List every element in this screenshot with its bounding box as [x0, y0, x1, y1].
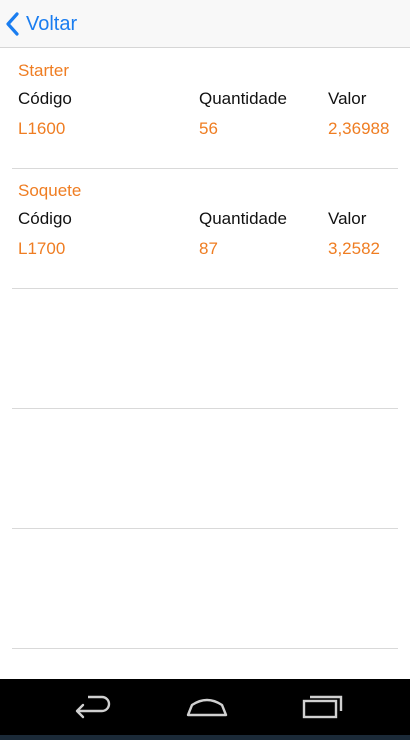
bottom-divider — [0, 735, 410, 740]
empty-row — [12, 409, 398, 529]
item-quantity: 87 — [199, 239, 218, 258]
item-code: L1600 — [18, 119, 66, 138]
list-item[interactable]: Soquete Código Quantidade Valor L1700 87… — [12, 169, 398, 289]
value-header: Valor — [328, 89, 367, 108]
item-name: Soquete — [18, 181, 82, 200]
screen: Voltar Starter Código Quantidade Valor L… — [0, 0, 410, 740]
android-back-icon[interactable] — [66, 691, 116, 725]
code-header: Código — [18, 89, 72, 108]
empty-row — [12, 529, 398, 649]
value-header: Valor — [328, 209, 367, 228]
item-code: L1700 — [18, 239, 66, 258]
item-value: 2,36988 — [328, 119, 390, 138]
android-home-icon[interactable] — [182, 691, 232, 725]
system-navigation-bar — [0, 679, 410, 740]
item-name: Starter — [18, 61, 70, 80]
item-quantity: 56 — [199, 119, 218, 138]
list-item[interactable]: Starter Código Quantidade Valor L1600 56… — [12, 49, 398, 169]
item-value: 3,2582 — [328, 239, 380, 258]
back-button[interactable]: Voltar — [4, 8, 77, 40]
android-recents-icon[interactable] — [298, 691, 348, 725]
empty-row — [12, 289, 398, 409]
navigation-bar: Voltar — [0, 0, 410, 48]
items-list: Starter Código Quantidade Valor L1600 56… — [0, 49, 410, 649]
chevron-left-icon — [4, 11, 22, 37]
quantity-header: Quantidade — [199, 89, 287, 108]
quantity-header: Quantidade — [199, 209, 287, 228]
code-header: Código — [18, 209, 72, 228]
back-label: Voltar — [26, 13, 78, 35]
